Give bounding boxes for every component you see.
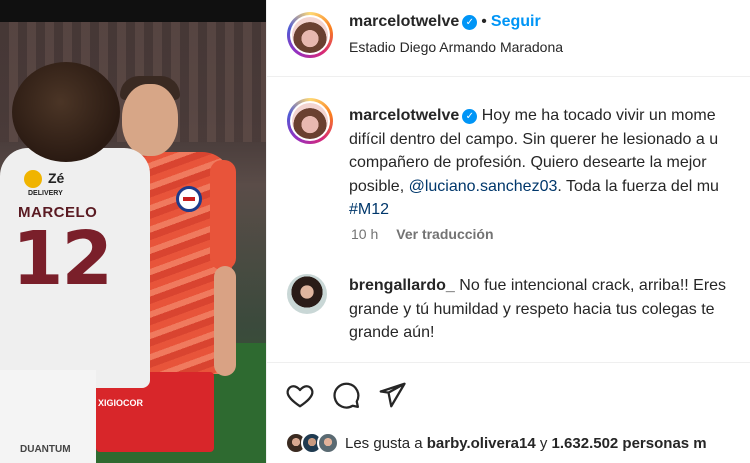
- header-username[interactable]: marcelotwelve: [349, 13, 459, 30]
- heart-icon[interactable]: [285, 380, 315, 410]
- sponsor-sub: DELIVERY: [28, 190, 63, 197]
- location-link[interactable]: Estadio Diego Armando Maradona: [349, 39, 563, 55]
- shirt-sponsor: Zé DELIVERY: [24, 170, 82, 200]
- comment: brengallardo_ No fue intencional crack, …: [349, 274, 750, 345]
- comment-line-2: grande y tú humildad y respeto hacia tus…: [349, 300, 715, 318]
- caption-line-4-end: . Toda la fuerza del mu: [557, 177, 719, 195]
- jersey-number: 12: [12, 216, 113, 302]
- header-avatar[interactable]: [287, 12, 333, 58]
- follow-button[interactable]: Seguir: [491, 13, 541, 30]
- caption-line-3: compañero de profesión. Quiero desearte …: [349, 154, 707, 171]
- comment-icon[interactable]: [331, 380, 361, 410]
- sponsor-coin-icon: [24, 170, 42, 188]
- likes-prefix: Les gusta a: [345, 434, 427, 452]
- likes-text[interactable]: Les gusta a barby.olivera14 y 1.632.502 …: [345, 435, 707, 452]
- verified-icon: ✓: [462, 15, 478, 30]
- post-time: 10 h: [351, 226, 379, 242]
- shorts-sponsor-white: DUANTUM: [20, 444, 71, 455]
- post-header: marcelotwelve ✓ • Seguir: [349, 13, 541, 31]
- photo-top-bar: [0, 0, 266, 22]
- likes-row: Les gusta a barby.olivera14 y 1.632.502 …: [285, 432, 707, 454]
- likes-user[interactable]: barby.olivera14: [427, 435, 536, 452]
- comment-line-1: No fue intencional crack, arriba!! Eres: [459, 277, 727, 294]
- caption: marcelotwelve ✓ Hoy me ha tocado vivir un…: [349, 104, 750, 222]
- post-photo[interactable]: XIGIOCOR Zé DELIVERY MARCELO 12 DUANTUM: [0, 0, 266, 463]
- comment-line-3: grande aún!: [349, 324, 435, 341]
- separator-dot: •: [481, 13, 487, 30]
- share-icon[interactable]: [377, 380, 407, 410]
- caption-avatar[interactable]: [287, 98, 333, 144]
- liker-avatar[interactable]: [317, 432, 339, 454]
- player-curly-hair: [12, 62, 120, 162]
- player-face: [122, 84, 178, 156]
- player-forearm: [214, 266, 236, 376]
- mention-link[interactable]: @luciano.sanchez03: [409, 178, 558, 195]
- sponsor-name: Zé: [48, 170, 65, 186]
- action-bar: [285, 380, 407, 410]
- caption-username[interactable]: marcelotwelve: [349, 107, 459, 124]
- actions-divider: [267, 362, 750, 363]
- hashtag-link[interactable]: #M12: [349, 201, 389, 218]
- caption-line-2: difícil dentro del campo. Sin querer he …: [349, 130, 719, 148]
- player-red-arm: [210, 160, 236, 270]
- caption-line-4-start: posible,: [349, 177, 409, 195]
- see-translation-button[interactable]: Ver traducción: [396, 226, 493, 242]
- likes-middle: y: [535, 434, 552, 452]
- verified-icon: ✓: [462, 109, 478, 124]
- header-divider: [267, 76, 750, 77]
- likes-count[interactable]: 1.632.502 personas m: [552, 435, 707, 452]
- comment-avatar[interactable]: [287, 274, 327, 314]
- shorts-sponsor: XIGIOCOR: [98, 398, 144, 408]
- caption-line-1: Hoy me ha tocado vivir un mome: [481, 107, 716, 124]
- comment-username[interactable]: brengallardo_: [349, 277, 455, 294]
- club-badge: [176, 186, 202, 212]
- post-panel: marcelotwelve ✓ • Seguir Estadio Diego Arma…: [266, 0, 750, 463]
- caption-meta: 10 h Ver traducción: [351, 226, 494, 242]
